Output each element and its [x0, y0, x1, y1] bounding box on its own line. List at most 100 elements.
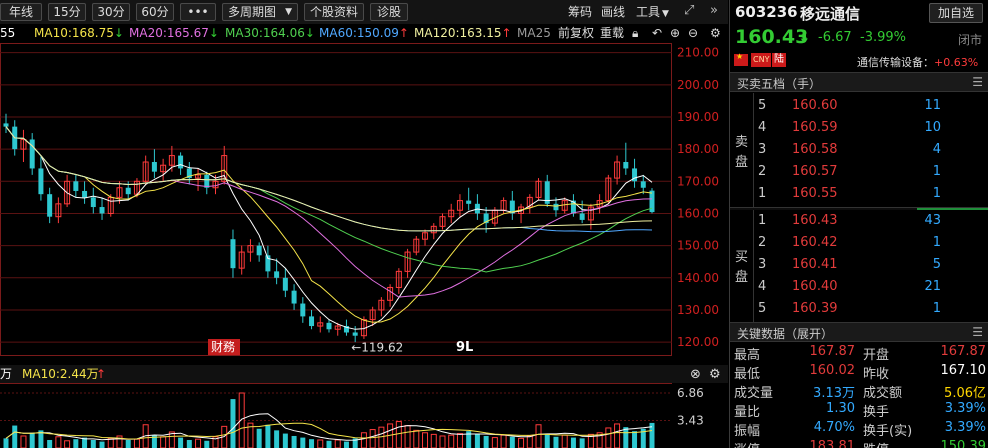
menu-icon[interactable]: ☰: [972, 75, 983, 89]
ma5-line: [5, 126, 653, 330]
chips-button[interactable]: 筹码: [568, 4, 592, 20]
tools-button[interactable]: 工具 ▼: [636, 4, 669, 22]
sell-order-row[interactable]: 1 160.55 1: [754, 183, 988, 205]
cny-badge: CNY: [751, 53, 772, 67]
order-volume: 11: [924, 98, 941, 113]
buy-order-row[interactable]: 1 160.43 43: [754, 210, 988, 232]
zoom-out-icon[interactable]: ⊖: [688, 26, 698, 41]
sector-link[interactable]: 通信传输设备：+0.63%: [857, 54, 978, 70]
y-tick-label: 160.00: [677, 206, 719, 220]
volume-bar: [360, 432, 367, 448]
volume-bar: [55, 436, 62, 448]
volume-bar: [204, 440, 210, 448]
volume-bar: [579, 438, 585, 448]
key-data-header[interactable]: 关键数据（展开） ☰: [730, 322, 988, 342]
expand-icon[interactable]: ⤢: [684, 3, 694, 19]
sell-order-row[interactable]: 3 160.58 4: [754, 139, 988, 161]
buy-order-row[interactable]: 4 160.40 21: [754, 276, 988, 298]
buy-order-row[interactable]: 3 160.41 5: [754, 254, 988, 276]
volume-bar: [570, 437, 576, 448]
order-price: 160.39: [792, 301, 838, 316]
candle-body: [309, 316, 315, 327]
order-price: 160.55: [792, 186, 838, 201]
period-30min-button[interactable]: 30分: [92, 3, 130, 21]
volume-bar: [491, 437, 498, 448]
candle-body: [3, 123, 9, 127]
ma10-value: MA10:168.75↓: [34, 26, 124, 40]
chart-toolbar: 年线 15分 30分 60分 ••• 多周期图 ▼ 个股资料 诊股 筹码 画线 …: [0, 0, 728, 24]
candle-body: [326, 322, 332, 330]
period-60min-button[interactable]: 60分: [136, 3, 174, 21]
candle-body: [151, 162, 157, 172]
buy-order-row[interactable]: 2 160.42 1: [754, 232, 988, 254]
orderbook-header[interactable]: 买卖五档（手） ☰: [730, 72, 988, 92]
menu-icon[interactable]: ☰: [972, 325, 983, 339]
sell-order-row[interactable]: 2 160.57 1: [754, 161, 988, 183]
settings-gear-icon[interactable]: ⚙: [710, 26, 721, 41]
key-data-value: 5.06亿: [944, 386, 986, 401]
sell-order-row[interactable]: 4 160.59 10: [754, 117, 988, 139]
finance-tag: 财務: [211, 340, 235, 354]
volume-bar: [343, 441, 349, 448]
order-level: 3: [758, 257, 767, 272]
double-chevron-right-icon[interactable]: »: [710, 3, 718, 19]
key-data-value: 3.39%: [944, 401, 986, 416]
zoom-in-icon[interactable]: ⊕: [670, 26, 680, 41]
buy-side-label: 买 盘: [730, 210, 754, 322]
add-watchlist-button[interactable]: 加自选: [929, 3, 983, 23]
lock-icon[interactable]: 🔒︎: [632, 26, 638, 41]
candle-body: [125, 187, 131, 195]
china-flag-icon: ★: [734, 52, 748, 66]
volume-bar: [518, 437, 525, 448]
volume-bar: [73, 439, 79, 448]
candle-body: [623, 162, 629, 169]
key-data-value: 167.87: [809, 344, 856, 359]
key-data-value: 3.13万: [813, 386, 855, 401]
order-price: 160.42: [792, 235, 838, 250]
overlay-button[interactable]: 重载: [600, 26, 624, 41]
candle-body: [300, 303, 306, 317]
order-level: 3: [758, 142, 767, 157]
candle-body: [579, 213, 585, 220]
down-arrow-icon: ↓: [304, 26, 315, 40]
undo-icon[interactable]: ↶: [652, 26, 662, 41]
diagnose-button[interactable]: 诊股: [370, 3, 408, 21]
volume-bar: [632, 431, 638, 448]
volume-bar: [430, 433, 437, 448]
multi-period-dropdown[interactable]: 多周期图 ▼: [222, 3, 298, 21]
orderbook-title: 买卖五档（手）: [737, 77, 822, 91]
order-volume: 1: [932, 164, 941, 179]
low-price-label: ←119.62: [351, 340, 403, 354]
buy-order-row[interactable]: 5 160.39 1: [754, 298, 988, 320]
key-data-value: 167.10: [940, 363, 987, 378]
period-year-button[interactable]: 年线: [0, 3, 42, 21]
volume-bar: [12, 425, 18, 448]
volume-bar: [448, 434, 455, 448]
draw-line-button[interactable]: 画线: [601, 4, 625, 20]
y-tick-label: 210.00: [677, 46, 719, 60]
ma120-line: [5, 126, 653, 232]
stock-code: 603236: [735, 3, 798, 21]
stock-info-button[interactable]: 个股资料: [304, 3, 364, 21]
volume-bar: [500, 434, 507, 448]
volume-bar: [326, 440, 332, 448]
period-15min-button[interactable]: 15分: [48, 3, 86, 21]
more-periods-button[interactable]: •••: [180, 3, 216, 21]
order-price: 160.58: [792, 142, 838, 157]
sell-order-row[interactable]: 5 160.60 11: [754, 95, 988, 117]
volume-bar: [474, 434, 480, 448]
key-data-label: 换手(实): [863, 424, 913, 439]
y-tick-label: 190.00: [677, 110, 719, 124]
ma-legend-bar: 55 MA10:168.75↓ MA20:165.67↓ MA30:164.06…: [0, 24, 728, 43]
order-price: 160.41: [792, 257, 838, 272]
candle-body: [466, 200, 472, 204]
volume-bar: [309, 439, 315, 448]
down-arrow-icon: ↓: [113, 26, 124, 40]
volume-bar: [274, 430, 280, 448]
key-data-value: 183.81: [809, 439, 856, 448]
candle-body: [178, 155, 184, 169]
kline-chart[interactable]: 210.00 200.00 190.00 180.00 170.00 160.00 150.…: [0, 43, 728, 448]
dropdown-arrow-icon: ▼: [662, 9, 669, 19]
volume-bar: [133, 438, 140, 448]
adjust-dropdown[interactable]: 前复权: [558, 26, 594, 41]
